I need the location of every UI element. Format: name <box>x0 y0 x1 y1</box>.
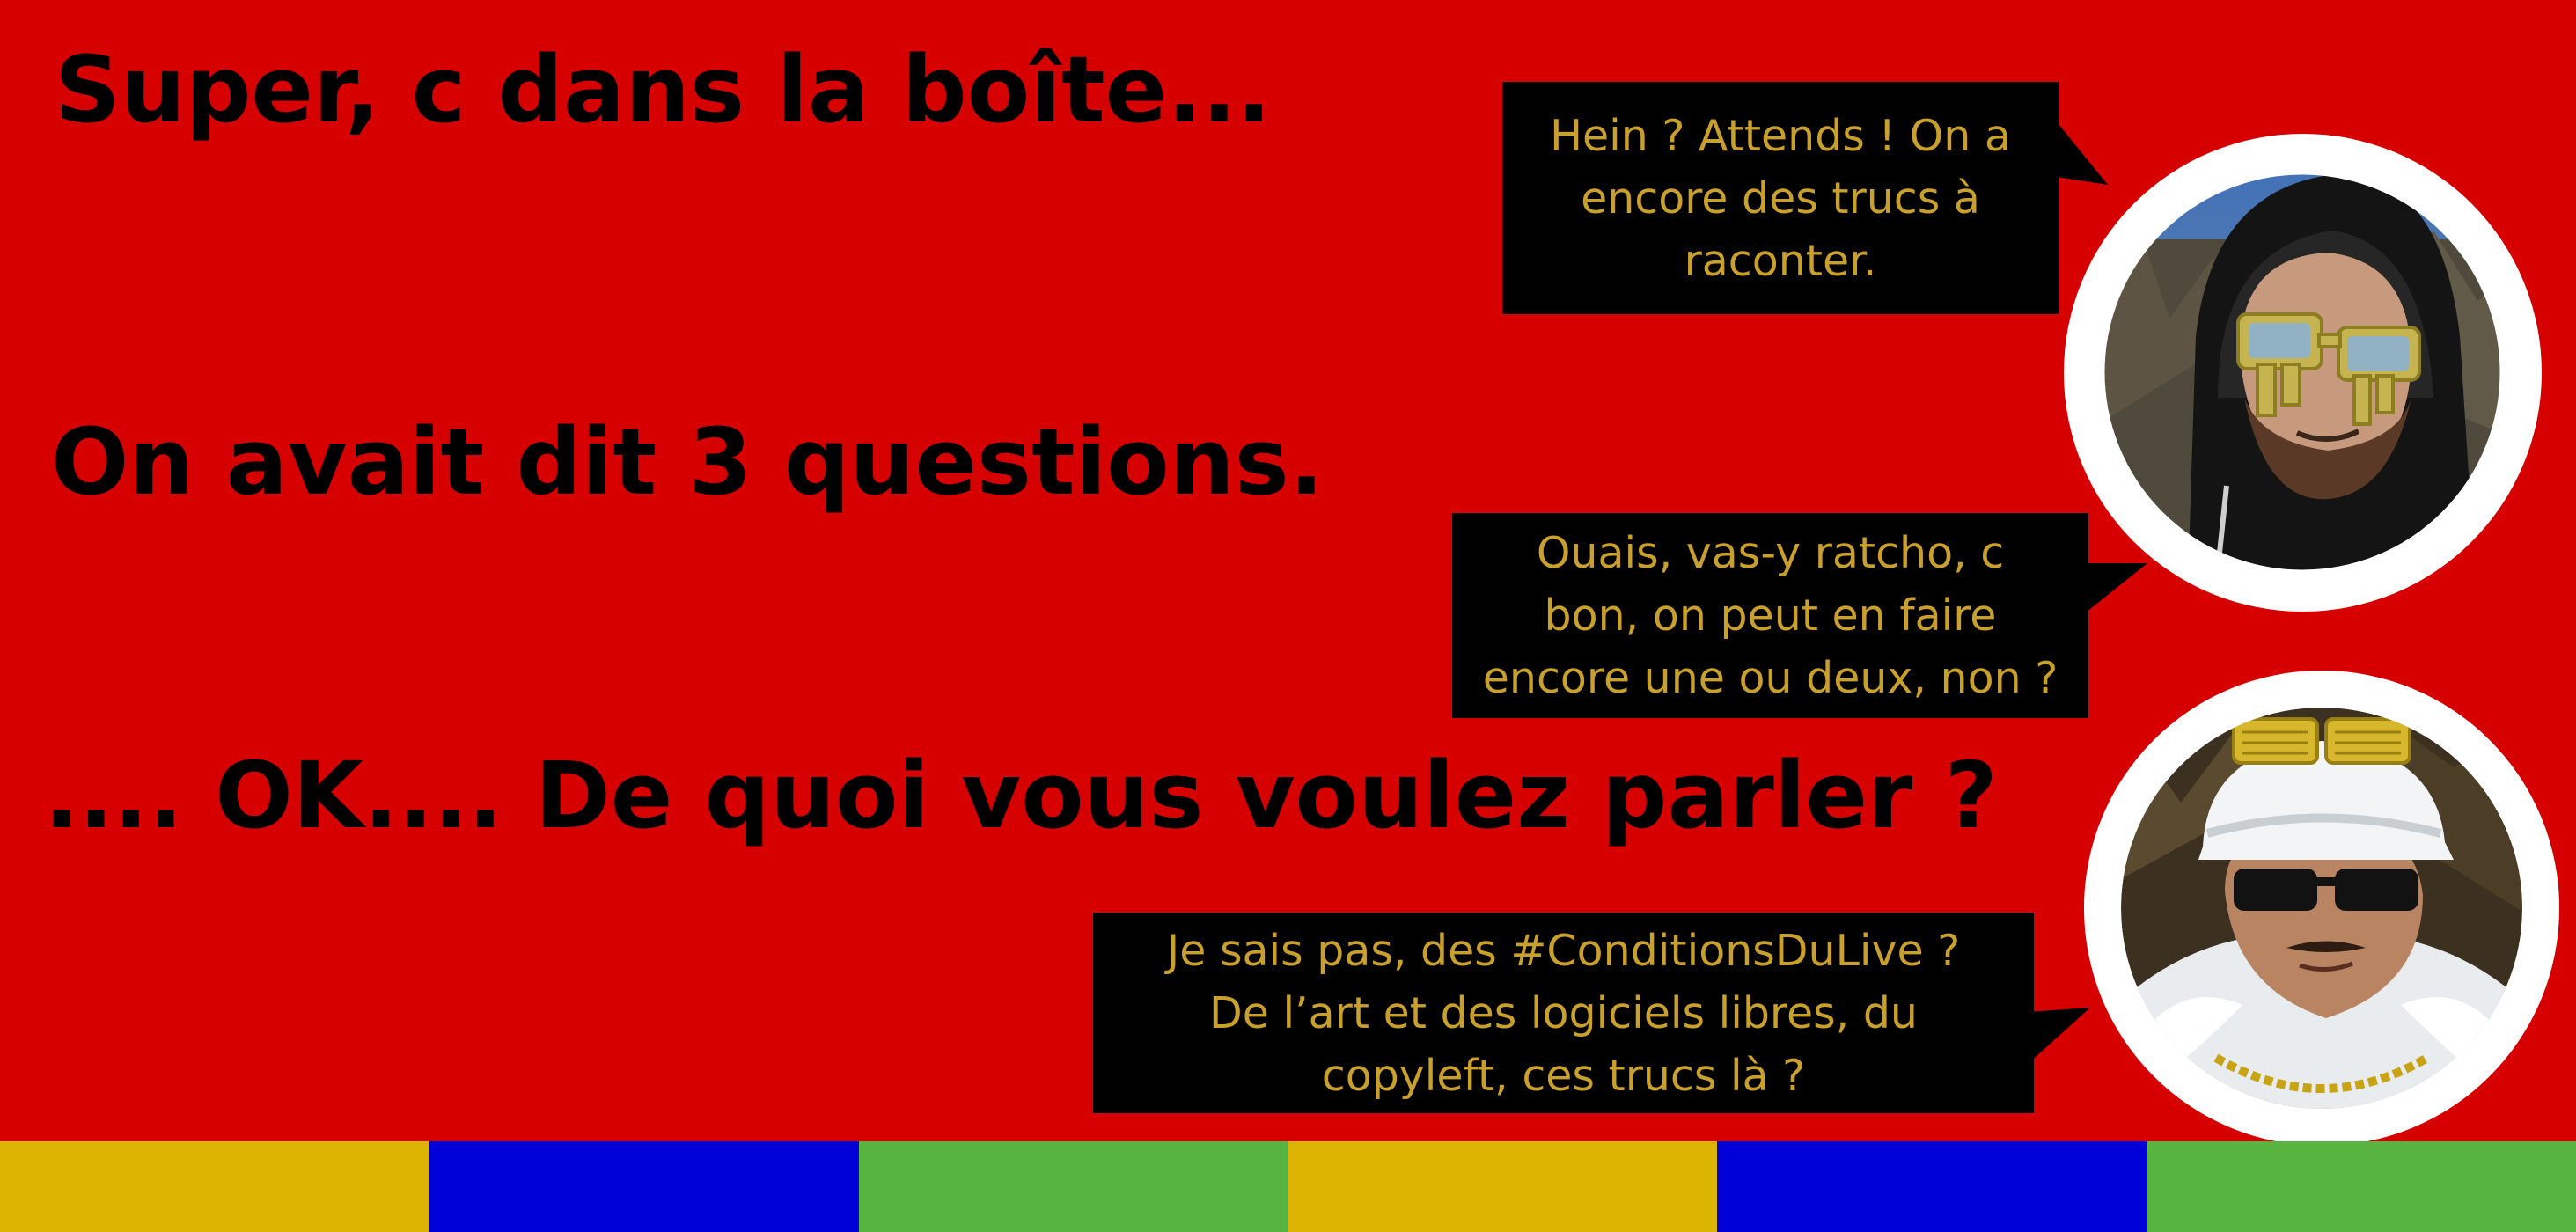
speech-bubble-3: Je sais pas, des #ConditionsDuLive ? De … <box>1093 913 2034 1113</box>
avatar-hooded-man <box>2064 134 2542 612</box>
bubble-2-line-1: Ouais, vas-y ratcho, c <box>1536 528 2005 578</box>
bubble-1-line-2: encore des trucs à <box>1581 172 1980 224</box>
stripe-yellow-1 <box>0 1141 429 1232</box>
stripe-blue-2 <box>1717 1141 2147 1232</box>
speech-bubble-2: Ouais, vas-y ratcho, c bon, on peut en f… <box>1452 513 2088 718</box>
stripe-yellow-2 <box>1288 1141 1718 1232</box>
headline-3: .... OK.... De quoi vous voulez parler ? <box>44 742 1998 849</box>
bubble-2-line-3: encore une ou deux, non ? <box>1482 653 2059 703</box>
bubble-2-line-2: bon, on peut en faire <box>1544 590 1997 641</box>
headline-2: On avait dit 3 questions. <box>51 408 1325 516</box>
bubble-3-line-3: copyleft, ces trucs là ? <box>1321 1050 1806 1101</box>
bubble-3-line-2: De l’art et des logiciels libres, du <box>1208 987 1918 1038</box>
headline-1: Super, c dans la boîte... <box>55 36 1272 143</box>
avatar-cap-man <box>2084 671 2559 1146</box>
speech-bubble-1: Hein ? Attends ! On a encore des trucs à… <box>1502 82 2059 314</box>
color-stripe-bar <box>0 1141 2576 1232</box>
portrait-cap-man-image <box>2084 671 2559 1146</box>
stripe-blue-1 <box>429 1141 859 1232</box>
bubble-1-line-1: Hein ? Attends ! On a <box>1550 110 2011 161</box>
bubble-3-line-1: Je sais pas, des #ConditionsDuLive ? <box>1166 925 1961 976</box>
bubble-1-line-3: raconter. <box>1684 235 1877 286</box>
stripe-green-1 <box>858 1141 1288 1232</box>
stripe-green-2 <box>2147 1141 2576 1232</box>
portrait-hooded-man-image <box>2065 135 2540 610</box>
